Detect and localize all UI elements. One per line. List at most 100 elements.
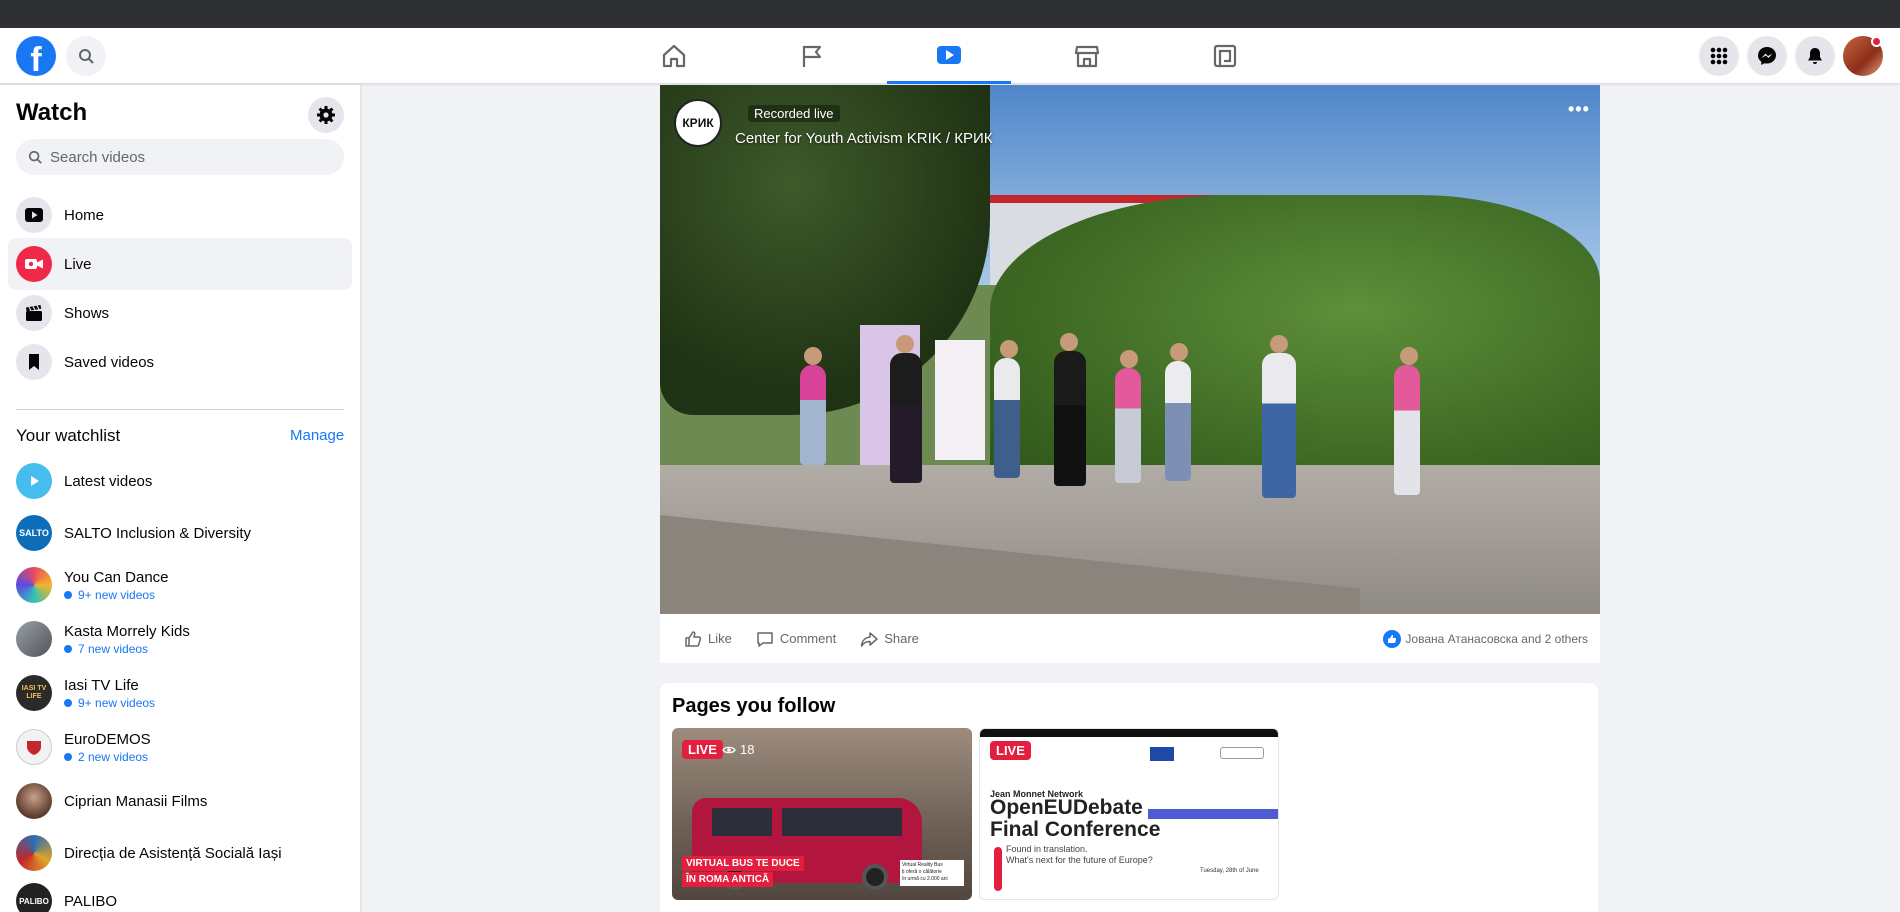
reactions-text: Јована Атанасовска and 2 others: [1405, 632, 1588, 646]
watchlist-item-name: You Can Dance: [64, 568, 169, 586]
recorded-live-label: Recorded live: [748, 105, 840, 122]
share-label: Share: [884, 631, 919, 646]
menu-button[interactable]: [1699, 36, 1739, 76]
watchlist-item-you-can-dance[interactable]: You Can Dance 9+ new videos: [8, 559, 352, 611]
thumbnail-title-line: OpenEUDebate: [990, 796, 1143, 819]
messenger-icon: [1758, 47, 1776, 65]
watchlist-item-palibo[interactable]: PALIBO PALIBO: [8, 875, 352, 912]
gear-icon: [317, 106, 335, 124]
nav-tab-pages[interactable]: [750, 28, 874, 84]
thumbnail-accent-bar: [1148, 809, 1278, 819]
more-options-button[interactable]: •••: [1568, 99, 1590, 120]
sidebar-item-saved-videos[interactable]: Saved videos: [8, 336, 352, 388]
sidebar-title: Watch: [16, 99, 88, 126]
dancer-head: [1120, 350, 1138, 368]
like-reaction-icon: [1383, 630, 1402, 648]
new-videos-indicator: 9+ new videos: [64, 588, 169, 602]
thumbnail-subtitle-line: What's next for the future of Europe?: [1006, 855, 1153, 865]
section-title: Pages you follow: [672, 695, 836, 717]
thumbnail-title-line: Final Conference: [990, 818, 1161, 841]
dancer-figure: [800, 365, 826, 465]
new-videos-count: 9+ new videos: [78, 587, 156, 602]
messenger-button[interactable]: [1747, 36, 1787, 76]
watchlist-item-kasta-morrely-kids[interactable]: Kasta Morrely Kids 7 new videos: [8, 613, 352, 665]
dancer-figure: [890, 353, 922, 483]
watchlist-avatar: [16, 567, 52, 603]
notification-dot: [1871, 36, 1882, 47]
search-button[interactable]: [66, 36, 106, 76]
search-videos-input[interactable]: [50, 148, 330, 166]
channel-name[interactable]: Center for Youth Activism KRIK / КРИК: [735, 130, 993, 147]
watchlist-item-latest-videos[interactable]: Latest videos: [8, 455, 352, 507]
dancer-head: [896, 335, 914, 353]
gaming-icon: [1213, 44, 1237, 68]
sidebar-divider: [16, 409, 344, 410]
nav-tab-marketplace[interactable]: [1025, 28, 1149, 84]
thumbnail-subtitle-line: Found in translation.: [1006, 844, 1088, 854]
watchlist-item-name: Direcția de Asistență Socială Iași: [64, 844, 282, 862]
new-videos-indicator: 2 new videos: [64, 750, 151, 764]
like-button[interactable]: Like: [684, 630, 732, 648]
thumbnail-side-note: Virtual Reality Bus ți oferă o călătorie…: [900, 860, 964, 886]
dancer-figure: [994, 358, 1020, 478]
video-thumbnail-openeudebate[interactable]: LIVE Jean Monnet Network OpenEUDebate Fi…: [979, 728, 1279, 900]
sidebar-item-label: Shows: [64, 304, 110, 322]
sidebar-item-label: Live: [64, 255, 92, 273]
reactions-summary[interactable]: Јована Атанасовска and 2 others: [1383, 630, 1588, 648]
sidebar-item-label: Home: [64, 206, 105, 224]
store-icon: [1074, 45, 1100, 68]
comment-button[interactable]: Comment: [756, 630, 836, 648]
dancer-head: [1270, 335, 1288, 353]
sidebar-item-shows[interactable]: Shows: [8, 287, 352, 339]
dancer-head: [804, 347, 822, 365]
settings-button[interactable]: [308, 97, 344, 133]
flag-icon: [802, 45, 822, 67]
notifications-button[interactable]: [1795, 36, 1835, 76]
watchlist-item-directia-asistenta-sociala[interactable]: Direcția de Asistență Socială Iași: [8, 827, 352, 879]
home-icon: [662, 44, 686, 68]
facebook-logo[interactable]: f: [16, 36, 56, 76]
watchlist-item-ciprian-manasii-films[interactable]: Ciprian Manasii Films: [8, 775, 352, 827]
nav-tab-home[interactable]: [612, 28, 736, 84]
thumbnail-caption: VIRTUAL BUS TE DUCE: [682, 856, 804, 871]
like-label: Like: [708, 631, 732, 646]
viewer-count-value: 18: [740, 742, 755, 757]
pages-you-follow-section: Pages you follow LIVE 18 VIRTUAL BUS TE …: [660, 683, 1598, 912]
video-player[interactable]: КРИК Recorded live Center for Youth Acti…: [660, 85, 1600, 614]
sidebar-item-home[interactable]: Home: [8, 189, 352, 241]
nav-tab-watch[interactable]: [887, 28, 1011, 84]
dancer-head: [1060, 333, 1078, 351]
new-videos-indicator: 9+ new videos: [64, 696, 155, 710]
bus-window: [782, 808, 902, 836]
top-navigation-bar: f: [0, 28, 1900, 84]
watchlist-avatar: IASI TV LIFE: [16, 675, 52, 711]
watchlist-avatar: [16, 621, 52, 657]
watchlist-item-salto[interactable]: SALTO SALTO Inclusion & Diversity: [8, 507, 352, 559]
watchlist-avatar: SALTO: [16, 515, 52, 551]
nav-tab-gaming[interactable]: [1163, 28, 1287, 84]
watchlist-item-iasi-tv-life[interactable]: IASI TV LIFE Iasi TV Life 9+ new videos: [8, 667, 352, 719]
new-videos-indicator: 7 new videos: [64, 642, 190, 656]
thumbnail-top-strip: [980, 729, 1278, 737]
new-videos-count: 7 new videos: [78, 641, 149, 656]
sidebar-item-live[interactable]: Live: [8, 238, 352, 290]
dancer-figure: [1394, 365, 1420, 495]
watchlist-title: Your watchlist: [16, 426, 121, 445]
video-action-bar: Like Comment Share Јована Атанасовска an…: [660, 614, 1600, 663]
video-thumbnail-virtual-bus[interactable]: LIVE 18 VIRTUAL BUS TE DUCE ÎN ROMA ANTI…: [672, 728, 972, 900]
manage-watchlist-link[interactable]: Manage: [290, 427, 344, 444]
thumbnail-accent-stripe: [994, 847, 1002, 891]
watch-sidebar: Watch Home Live Shows Saved videos Your …: [0, 85, 360, 912]
channel-avatar[interactable]: КРИК: [674, 99, 722, 147]
play-circle-icon: [16, 463, 52, 499]
thumbnail-caption: ÎN ROMA ANTICĂ: [682, 872, 774, 887]
eu-flag-logo: [1150, 747, 1174, 761]
watchlist-item-eurodemos[interactable]: EuroDEMOS 2 new videos: [8, 721, 352, 773]
watchlist-item-name: PALIBO: [64, 892, 118, 910]
bus-wheel: [862, 864, 888, 890]
watchlist-item-name: Ciprian Manasii Films: [64, 792, 208, 810]
video-play-icon: [937, 45, 961, 64]
share-button[interactable]: Share: [860, 630, 919, 648]
search-videos-field[interactable]: [16, 139, 344, 175]
bus-window: [712, 808, 772, 836]
